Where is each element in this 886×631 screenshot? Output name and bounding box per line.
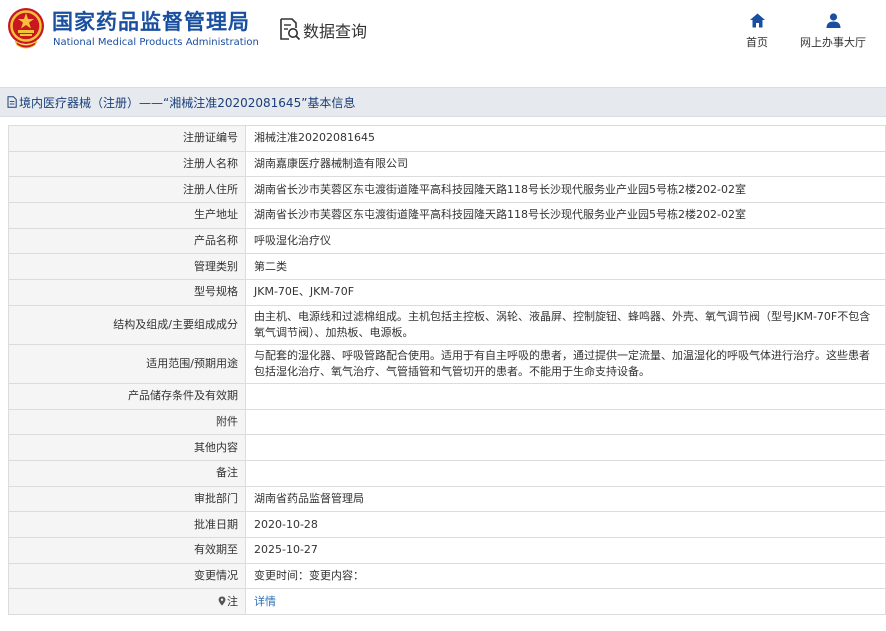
field-value: 第二类 xyxy=(245,253,886,281)
table-row: 备注 xyxy=(8,459,886,487)
field-value: 详情 xyxy=(245,588,886,615)
details-link[interactable]: 详情 xyxy=(254,595,276,608)
table-row: 附件 xyxy=(8,408,886,436)
field-label: 审批部门 xyxy=(8,485,246,513)
field-value: 湖南省长沙市芙蓉区东屯渡街道隆平高科技园隆天路118号长沙现代服务业产业园5号栋… xyxy=(245,176,886,204)
table-row: 审批部门 湖南省药品监督管理局 xyxy=(8,485,886,513)
national-emblem-icon xyxy=(8,8,44,49)
table-row: 有效期至 2025-10-27 xyxy=(8,536,886,564)
field-value: 与配套的湿化器、呼吸管路配合使用。适用于有自主呼吸的患者，通过提供一定流量、加温… xyxy=(245,343,886,384)
field-label: 附件 xyxy=(8,408,246,436)
field-value: 由主机、电源线和过滤棉组成。主机包括主控板、涡轮、液晶屏、控制旋钮、蜂鸣器、外壳… xyxy=(245,304,886,345)
field-label: 注册人住所 xyxy=(8,176,246,204)
table-row: 注册人住所 湖南省长沙市芙蓉区东屯渡街道隆平高科技园隆天路118号长沙现代服务业产… xyxy=(8,176,886,204)
field-label: 批准日期 xyxy=(8,511,246,538)
nav-online-office[interactable]: 网上办事大厅 xyxy=(793,12,873,50)
field-value: 2025-10-27 xyxy=(245,536,886,564)
data-query-title[interactable]: 数据查询 xyxy=(303,18,367,42)
document-icon xyxy=(7,96,17,108)
field-label: 其他内容 xyxy=(8,434,246,461)
table-row: 产品名称 呼吸湿化治疗仪 xyxy=(8,227,886,255)
breadcrumb: 境内医疗器械（注册）——“湘械注准20202081645”基本信息 xyxy=(0,87,886,117)
field-value: 呼吸湿化治疗仪 xyxy=(245,227,886,255)
table-row: 变更情况 变更时间：变更内容： xyxy=(8,562,886,590)
nav-home-label: 首页 xyxy=(746,36,768,49)
table-row: 批准日期 2020-10-28 xyxy=(8,511,886,538)
note-label-cell: 注 xyxy=(8,588,246,615)
nav-home[interactable]: 首页 xyxy=(717,12,797,50)
field-value: 湖南嘉康医疗器械制造有限公司 xyxy=(245,150,886,178)
table-row: 结构及组成/主要组成成分 由主机、电源线和过滤棉组成。主机包括主控板、涡轮、液晶屏… xyxy=(8,304,886,345)
field-label: 注册人名称 xyxy=(8,150,246,178)
agency-name-cn: 国家药品监督管理局 xyxy=(52,10,250,34)
note-label: 注 xyxy=(227,594,238,608)
user-icon xyxy=(826,13,840,28)
table-row: 适用范围/预期用途 与配套的湿化器、呼吸管路配合使用。适用于有自主呼吸的患者，通过… xyxy=(8,343,886,384)
field-label: 适用范围/预期用途 xyxy=(8,343,246,384)
field-label: 生产地址 xyxy=(8,202,246,229)
field-label: 有效期至 xyxy=(8,536,246,564)
location-pin-icon xyxy=(218,596,226,606)
field-label: 结构及组成/主要组成成分 xyxy=(8,304,246,345)
table-row: 注册证编号 湘械注准20202081645 xyxy=(8,125,886,152)
field-value: 湖南省长沙市芙蓉区东屯渡街道隆平高科技园隆天路118号长沙现代服务业产业园5号栋… xyxy=(245,202,886,229)
field-label: 产品名称 xyxy=(8,227,246,255)
field-value: 湘械注准20202081645 xyxy=(245,125,886,152)
agency-name-en: National Medical Products Administration xyxy=(53,37,259,48)
device-info-table: 注册证编号 湘械注准20202081645 注册人名称 湖南嘉康医疗器械制造有限公司注… xyxy=(8,125,886,615)
breadcrumb-text: 境内医疗器械（注册）——“湘械注准20202081645”基本信息 xyxy=(19,96,356,110)
table-row: 生产地址 湖南省长沙市芙蓉区东屯渡街道隆平高科技园隆天路118号长沙现代服务业产业… xyxy=(8,202,886,229)
field-value: JKM-70E、JKM-70F xyxy=(245,279,886,306)
home-icon xyxy=(749,13,765,28)
field-label: 管理类别 xyxy=(8,253,246,281)
site-header: 国家药品监督管理局 National Medical Products Admi… xyxy=(0,0,886,72)
data-query-icon[interactable] xyxy=(279,17,301,41)
field-value: 2020-10-28 xyxy=(245,511,886,538)
field-value xyxy=(245,459,886,487)
table-row: 注 详情 xyxy=(8,588,886,615)
field-value: 湖南省药品监督管理局 xyxy=(245,485,886,513)
table-row: 管理类别 第二类 xyxy=(8,253,886,281)
field-label: 型号规格 xyxy=(8,279,246,306)
field-value xyxy=(245,382,886,410)
field-value xyxy=(245,434,886,461)
table-row: 产品储存条件及有效期 xyxy=(8,382,886,410)
field-label: 注册证编号 xyxy=(8,125,246,152)
field-label: 产品储存条件及有效期 xyxy=(8,382,246,410)
field-value: 变更时间：变更内容： xyxy=(245,562,886,590)
field-label: 备注 xyxy=(8,459,246,487)
table-row: 型号规格 JKM-70E、JKM-70F xyxy=(8,279,886,306)
table-row: 其他内容 xyxy=(8,434,886,461)
nav-online-office-label: 网上办事大厅 xyxy=(800,36,866,49)
table-row: 注册人名称 湖南嘉康医疗器械制造有限公司 xyxy=(8,150,886,178)
field-value xyxy=(245,408,886,436)
field-label: 变更情况 xyxy=(8,562,246,590)
